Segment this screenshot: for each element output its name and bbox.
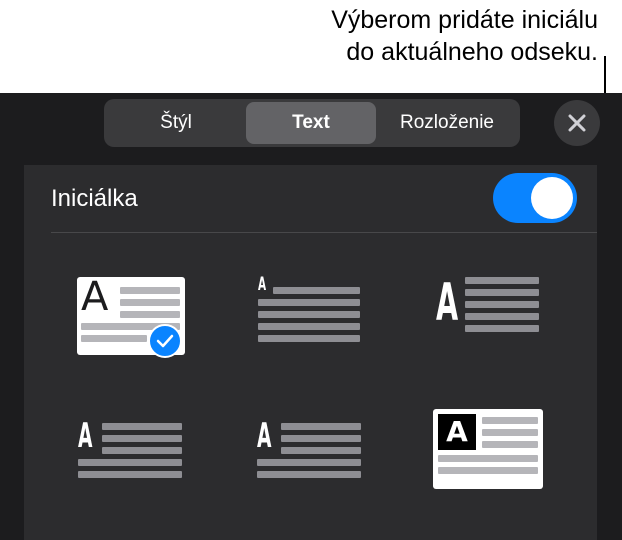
text-line bbox=[465, 325, 539, 332]
dropcap-letter: A bbox=[78, 416, 93, 456]
format-panel: Štýl Text Rozloženie Iniciálka A A A A A… bbox=[0, 93, 622, 540]
dropcap-letter: A bbox=[258, 273, 267, 295]
dropcap-section: Iniciálka A A A A A A bbox=[24, 165, 597, 540]
dropcap-style-2[interactable]: A bbox=[257, 273, 363, 355]
dropcap-style-4[interactable]: A bbox=[78, 416, 186, 490]
text-line bbox=[102, 435, 182, 442]
dropcap-style-5[interactable]: A bbox=[257, 416, 365, 490]
text-line bbox=[120, 287, 180, 294]
dropcap-letter: A bbox=[438, 414, 476, 450]
text-line bbox=[273, 287, 360, 294]
dropcap-letter: A bbox=[257, 416, 272, 456]
text-line bbox=[78, 459, 182, 466]
text-line bbox=[78, 471, 182, 478]
text-line bbox=[465, 301, 539, 308]
text-line bbox=[81, 335, 147, 342]
text-line bbox=[281, 435, 361, 442]
text-line bbox=[465, 277, 539, 284]
tab-text[interactable]: Text bbox=[246, 102, 376, 144]
text-line bbox=[258, 323, 360, 330]
tab-layout[interactable]: Rozloženie bbox=[377, 102, 517, 144]
text-line bbox=[257, 471, 361, 478]
toggle-knob bbox=[531, 177, 573, 219]
dropcap-style-3[interactable]: A bbox=[436, 273, 544, 355]
text-line bbox=[120, 299, 180, 306]
dropcap-toggle[interactable] bbox=[493, 173, 577, 223]
close-icon bbox=[568, 114, 586, 132]
dropcap-letter: A bbox=[436, 273, 459, 333]
text-line bbox=[281, 423, 361, 430]
dropcap-label: Iniciálka bbox=[51, 185, 138, 212]
text-line bbox=[258, 299, 360, 306]
divider bbox=[51, 232, 597, 233]
segmented-control: Štýl Text Rozloženie bbox=[104, 99, 520, 147]
text-line bbox=[482, 429, 538, 436]
callout: Výberom pridáte iniciálu do aktuálneho o… bbox=[198, 4, 598, 68]
text-line bbox=[258, 335, 360, 342]
panel-header: Štýl Text Rozloženie bbox=[0, 93, 622, 165]
text-line bbox=[257, 459, 361, 466]
text-line bbox=[102, 447, 182, 454]
dropcap-style-1[interactable]: A bbox=[77, 274, 185, 358]
dropcap-style-6[interactable]: A bbox=[433, 409, 543, 489]
text-line bbox=[258, 311, 360, 318]
text-line bbox=[482, 417, 538, 424]
callout-line-1: Výberom pridáte iniciálu bbox=[331, 6, 598, 34]
text-line bbox=[281, 447, 361, 454]
text-line bbox=[438, 455, 538, 462]
text-line bbox=[102, 423, 182, 430]
close-button[interactable] bbox=[554, 100, 600, 146]
selected-checkmark-icon bbox=[148, 324, 182, 358]
tab-style[interactable]: Štýl bbox=[107, 102, 245, 144]
text-line bbox=[120, 311, 180, 318]
text-line bbox=[438, 467, 538, 474]
text-line bbox=[465, 313, 539, 320]
callout-line-2: do aktuálneho odseku. bbox=[346, 38, 598, 66]
dropcap-letter: A bbox=[81, 274, 109, 320]
text-line bbox=[482, 441, 538, 448]
text-line bbox=[465, 289, 539, 296]
